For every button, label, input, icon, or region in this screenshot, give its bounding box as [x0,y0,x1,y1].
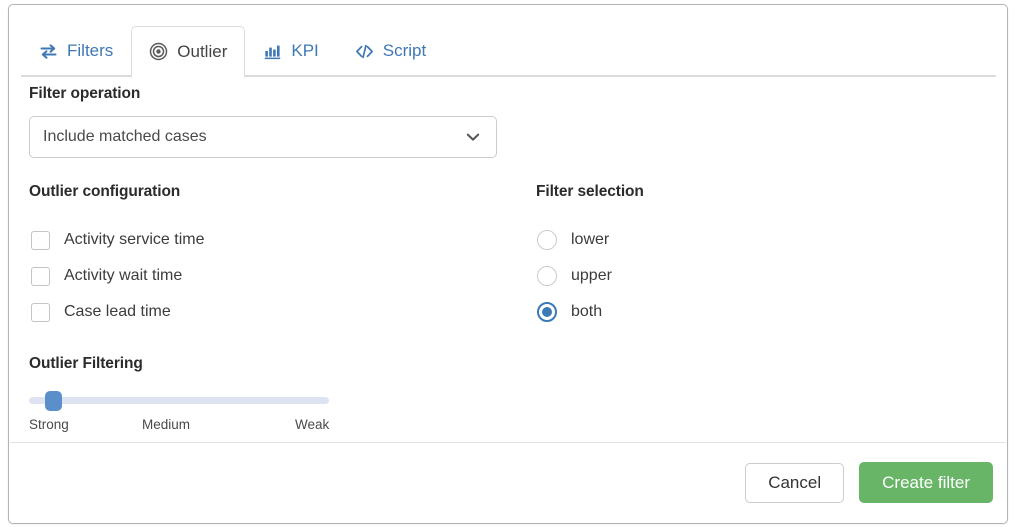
screen: Filters Outlier KPI Script Filter operat… [0,0,1015,527]
create-filter-button[interactable]: Create filter [859,462,993,503]
filter-operation-heading: Filter operation [29,85,141,102]
radio-row-upper[interactable]: upper [537,258,612,294]
checkbox-case-lead-time[interactable] [31,302,50,322]
checkbox-row-activity-service-time[interactable]: Activity service time [31,222,204,258]
checkbox-activity-service-time[interactable] [31,230,50,250]
chevron-down-icon [464,128,482,146]
radio-label-both: both [571,303,603,320]
filter-dialog: Filters Outlier KPI Script Filter operat… [8,4,1008,524]
tab-bar: Filters Outlier KPI Script [21,23,1002,78]
slider-tick-labels: Strong Medium Weak [29,417,329,435]
tab-kpi[interactable]: KPI [245,25,336,77]
checkbox-activity-wait-time[interactable] [31,266,50,286]
tab-list: Filters Outlier KPI Script [21,23,444,78]
tab-outlier-label: Outlier [177,41,228,61]
tab-filters[interactable]: Filters [21,25,131,77]
checkbox-label-activity-service-time: Activity service time [64,231,205,248]
outlier-configuration-heading: Outlier configuration [29,183,181,200]
slider-tick-weak: Weak [295,417,330,432]
slider-track[interactable] [29,397,329,404]
radio-row-lower[interactable]: lower [537,222,612,258]
filter-selection-heading: Filter selection [536,183,644,200]
target-icon [149,42,168,61]
swap-arrows-icon [39,42,58,61]
radio-row-both[interactable]: both [537,294,612,330]
slider-tick-strong: Strong [29,417,69,432]
tab-script-label: Script [382,41,427,60]
slider-thumb[interactable] [45,391,62,411]
cancel-button[interactable]: Cancel [745,462,845,503]
tab-outlier[interactable]: Outlier [131,26,246,78]
tab-kpi-label: KPI [291,41,319,60]
outlier-configuration-list: Activity service time Activity wait time… [31,222,204,330]
filter-operation-value: Include matched cases [43,128,207,145]
filter-selection-list: lower upper both [537,222,612,330]
code-icon [355,42,374,61]
outlier-filtering-slider[interactable]: Strong Medium Weak [29,391,329,437]
outlier-filtering-heading: Outlier Filtering [29,355,143,372]
radio-both[interactable] [537,302,557,322]
checkbox-row-activity-wait-time[interactable]: Activity wait time [31,258,204,294]
tab-filters-label: Filters [67,41,114,60]
footer-separator [10,442,1006,443]
radio-label-upper: upper [571,267,612,284]
tab-script[interactable]: Script [337,25,444,77]
dialog-footer: Cancel Create filter [745,462,993,503]
radio-lower[interactable] [537,230,557,250]
radio-label-lower: lower [571,231,610,248]
slider-tick-medium: Medium [142,417,191,432]
checkbox-label-case-lead-time: Case lead time [64,303,171,320]
checkbox-row-case-lead-time[interactable]: Case lead time [31,294,204,330]
filter-operation-select[interactable]: Include matched cases [29,116,497,158]
bar-chart-icon [263,42,282,61]
checkbox-label-activity-wait-time: Activity wait time [64,267,183,284]
radio-upper[interactable] [537,266,557,286]
